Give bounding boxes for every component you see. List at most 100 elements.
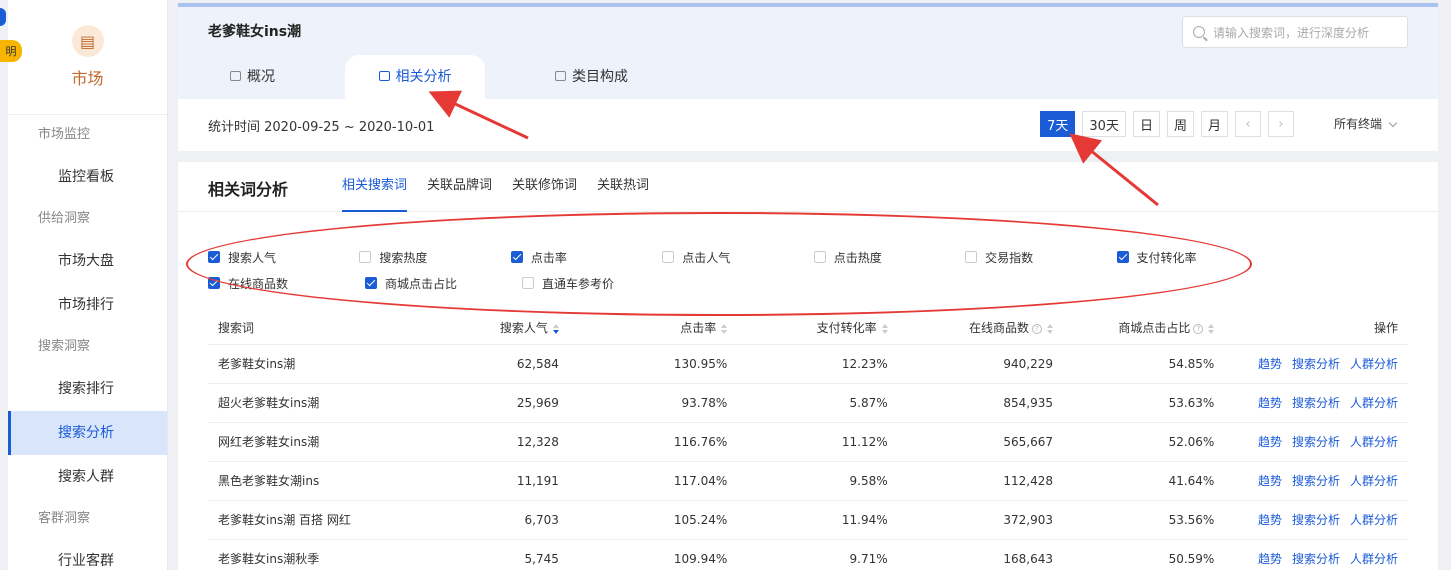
table-cell: 9.58%	[727, 461, 888, 501]
sidebar-brand[interactable]: ▤ 市场	[8, 0, 167, 115]
table-cell: 54.85%	[1053, 344, 1215, 384]
crowd-analysis-link[interactable]: 人群分析	[1350, 357, 1398, 371]
table-header-row: 搜索词 搜索人气 点击率 支付转化率 在线商品数? 商城点击占比? 操作	[208, 312, 1408, 345]
trend-link[interactable]: 趋势	[1258, 552, 1282, 566]
sidebar-item[interactable]: 搜索人群	[8, 455, 167, 499]
checkbox-icon[interactable]	[522, 277, 534, 289]
checkbox-icon[interactable]	[359, 251, 372, 263]
period-week-button[interactable]: 周	[1166, 111, 1194, 137]
tab-label: 概况	[247, 69, 275, 85]
subtab-related-search-words[interactable]: 相关搜索词	[342, 162, 408, 212]
trend-link[interactable]: 趋势	[1258, 396, 1282, 410]
col-search-popularity[interactable]: 搜索人气	[409, 312, 559, 345]
search-analysis-link[interactable]: 搜索分析	[1292, 357, 1340, 371]
trend-link[interactable]: 趋势	[1258, 435, 1282, 449]
period-day-button[interactable]: 日	[1132, 111, 1160, 137]
col-click-rate[interactable]: 点击率	[558, 312, 728, 345]
help-icon[interactable]: ?	[1032, 323, 1042, 334]
checkbox-icon[interactable]	[1116, 251, 1129, 263]
sort-icon[interactable]	[881, 323, 888, 334]
sort-icon[interactable]	[1047, 323, 1053, 334]
period-7d-button[interactable]: 7天	[1040, 111, 1076, 137]
col-mall-click-share[interactable]: 商城点击占比?	[1053, 312, 1215, 345]
terminal-select[interactable]: 所有终端	[1334, 115, 1398, 132]
table-cell: 11.94%	[727, 500, 888, 540]
sort-icon[interactable]	[721, 323, 728, 334]
checkbox-icon[interactable]	[208, 277, 220, 289]
metric-checkbox[interactable]: 交易指数	[965, 249, 1116, 266]
col-actions: 操作	[1214, 312, 1408, 345]
crowd-analysis-link[interactable]: 人群分析	[1350, 396, 1398, 410]
sidebar-item[interactable]: 行业客群	[8, 539, 167, 570]
search-analysis-link[interactable]: 搜索分析	[1292, 552, 1340, 566]
row-actions: 趋势 搜索分析 人群分析	[1214, 344, 1408, 384]
checkbox-icon[interactable]	[208, 251, 220, 263]
metric-checkbox[interactable]: 直通车参考价	[522, 275, 679, 292]
trend-link[interactable]: 趋势	[1258, 474, 1282, 488]
checkbox-icon[interactable]	[662, 251, 675, 263]
subtab-modifier-words[interactable]: 关联修饰词	[512, 162, 577, 212]
subtab-brand-words[interactable]: 关联品牌词	[427, 162, 492, 212]
crowd-analysis-link[interactable]: 人群分析	[1350, 552, 1398, 566]
metric-checkbox[interactable]: 点击人气	[662, 249, 813, 266]
search-analysis-link[interactable]: 搜索分析	[1292, 513, 1340, 527]
sidebar-item[interactable]: 监控看板	[8, 155, 167, 199]
trend-link[interactable]: 趋势	[1258, 513, 1282, 527]
table-cell: 老爹鞋女ins潮	[208, 344, 410, 384]
table-row: 黑色老爹鞋女潮ins 11,191 117.04% 9.58% 112,428 41.64…	[208, 461, 1408, 501]
table-cell: 41.64%	[1053, 461, 1215, 501]
tab-label: 相关分析	[395, 69, 452, 85]
metric-checkbox[interactable]: 点击率	[510, 249, 662, 266]
trend-link[interactable]: 趋势	[1258, 357, 1282, 371]
sidebar-item[interactable]: 市场排行	[8, 283, 167, 327]
bag-icon	[555, 71, 566, 81]
metric-checkbox[interactable]: 搜索热度	[359, 249, 510, 266]
search-analysis-link[interactable]: 搜索分析	[1292, 396, 1340, 410]
period-month-button[interactable]: 月	[1200, 111, 1228, 137]
period-selector: 7天 30天 日 周 月 ‹ ›	[1033, 111, 1294, 137]
metric-checkbox[interactable]: 支付转化率	[1116, 249, 1268, 266]
table-cell: 116.76%	[558, 422, 728, 462]
checkbox-label: 搜索热度	[379, 250, 428, 265]
checkbox-label: 搜索人气	[228, 250, 277, 265]
sidebar-item[interactable]: 搜索分析	[8, 411, 167, 455]
table-cell: 53.63%	[1053, 383, 1215, 423]
metric-checkbox[interactable]: 商城点击占比	[365, 275, 522, 292]
search-input[interactable]: 请输入搜索词，进行深度分析	[1182, 16, 1408, 48]
metric-checkbox[interactable]: 在线商品数	[208, 275, 365, 292]
sort-icon[interactable]	[552, 323, 559, 334]
crowd-analysis-link[interactable]: 人群分析	[1350, 513, 1398, 527]
sort-icon[interactable]	[1208, 323, 1215, 334]
checkbox-icon[interactable]	[510, 251, 523, 263]
nav-group-title: 客群洞察	[38, 511, 91, 526]
prev-arrow-icon[interactable]: ‹	[1235, 111, 1261, 137]
row-actions: 趋势 搜索分析 人群分析	[1214, 422, 1408, 462]
tab-related-analysis[interactable]: 相关分析	[345, 55, 485, 99]
sidebar-item[interactable]: 市场大盘	[8, 239, 167, 283]
table-row: 老爹鞋女ins潮秋季 5,745 109.94% 9.71% 168,643 50.59%…	[208, 539, 1408, 570]
sidebar-nav: 市场监控 监控看板 供给洞察 市场大盘 市场排行 搜索洞察 搜索排行 搜索分析 搜索人群 客群洞察…	[8, 115, 167, 570]
tab-category-composition[interactable]: 类目构成	[525, 55, 658, 99]
checkbox-icon[interactable]	[965, 251, 978, 263]
next-arrow-icon[interactable]: ›	[1268, 111, 1294, 137]
search-analysis-link[interactable]: 搜索分析	[1292, 474, 1340, 488]
crowd-analysis-link[interactable]: 人群分析	[1350, 474, 1398, 488]
side-badge[interactable]: 明	[0, 40, 22, 62]
tab-overview[interactable]: 概况	[200, 55, 305, 99]
page-header: 老爹鞋女ins潮 请输入搜索词，进行深度分析 概况 相关分析 类目构成 统计时间…	[178, 3, 1438, 151]
help-icon[interactable]: ?	[1193, 323, 1204, 334]
sidebar-item[interactable]: 搜索排行	[8, 367, 167, 411]
col-online-items[interactable]: 在线商品数?	[887, 312, 1053, 345]
search-analysis-link[interactable]: 搜索分析	[1292, 435, 1340, 449]
period-30d-button[interactable]: 30天	[1082, 111, 1126, 137]
table-cell: 网红老爹鞋女ins潮	[208, 422, 410, 462]
nav-group-title: 搜索洞察	[38, 339, 91, 354]
col-conversion-rate[interactable]: 支付转化率	[727, 312, 888, 345]
checkbox-icon[interactable]	[365, 277, 377, 289]
subtab-hot-words[interactable]: 关联热词	[597, 162, 649, 212]
metric-checkbox[interactable]: 搜索人气	[208, 249, 359, 266]
crowd-analysis-link[interactable]: 人群分析	[1350, 435, 1398, 449]
metric-checkbox[interactable]: 点击热度	[813, 249, 965, 266]
related-words-panel: 相关词分析 相关搜索词 关联品牌词 关联修饰词 关联热词 搜索人气 搜索热度 点击率…	[178, 162, 1438, 570]
checkbox-icon[interactable]	[813, 251, 826, 263]
